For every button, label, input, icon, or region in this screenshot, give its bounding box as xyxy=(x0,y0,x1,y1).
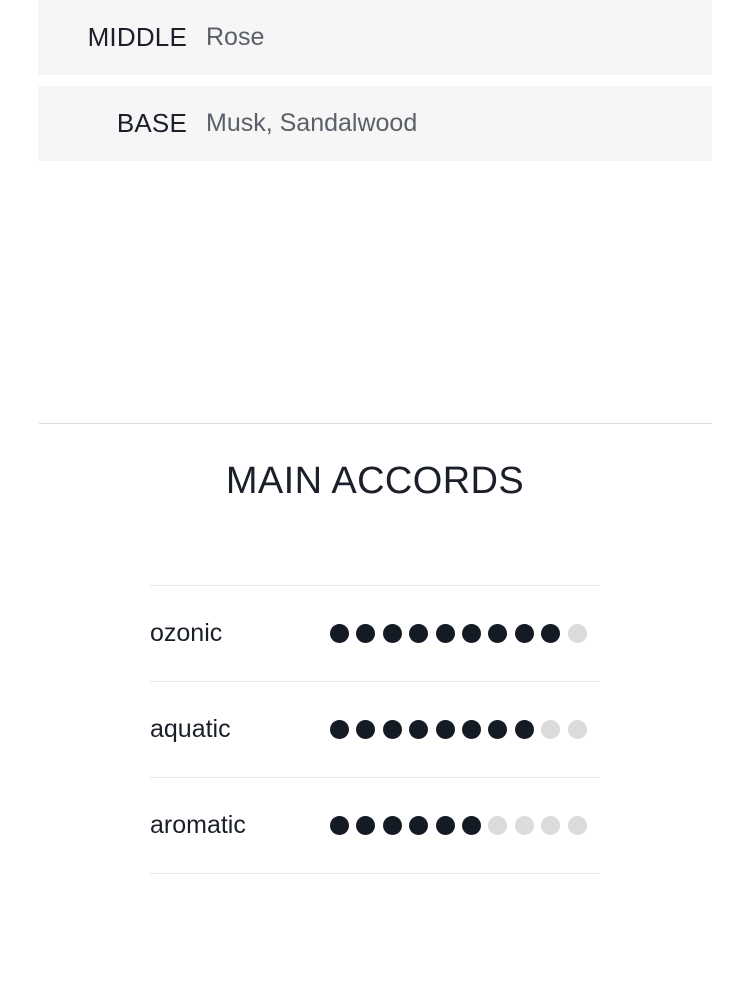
accord-row: aromatic xyxy=(150,778,600,874)
rating-dot-filled xyxy=(409,624,429,643)
rating-dot-filled xyxy=(461,624,481,643)
main-accords-table: ozonic aquatic aromatic xyxy=(150,585,600,874)
rating-dot-empty xyxy=(514,816,534,835)
accord-row: aquatic xyxy=(150,682,600,778)
accord-name: aromatic xyxy=(150,811,246,839)
main-accords-heading: MAIN ACCORDS xyxy=(225,460,525,502)
accord-rating xyxy=(330,624,587,643)
note-label-base: BASE xyxy=(116,108,187,138)
accord-rating xyxy=(330,816,587,835)
main-accords-section: MAIN ACCORDS ozonic aquatic aromatic xyxy=(0,462,750,874)
rating-dot-empty xyxy=(541,720,561,739)
rating-dot-filled xyxy=(356,816,376,835)
rating-dot-filled xyxy=(382,816,402,835)
accord-name: aquatic xyxy=(150,715,231,743)
accord-name: ozonic xyxy=(150,619,223,647)
fragrance-notes-section: MIDDLE Rose BASE Musk, Sandalwood xyxy=(38,0,712,161)
rating-dot-empty xyxy=(567,816,587,835)
rating-dot-filled xyxy=(382,624,402,643)
rating-dot-filled xyxy=(382,720,402,739)
rating-dot-filled xyxy=(356,720,376,739)
rating-dot-filled xyxy=(435,720,455,739)
rating-dot-filled xyxy=(409,720,429,739)
rating-dot-filled xyxy=(514,624,534,643)
accord-rating xyxy=(330,720,587,739)
rating-dot-filled xyxy=(409,816,429,835)
rating-dot-empty xyxy=(567,624,587,643)
rating-dot-empty xyxy=(541,816,561,835)
section-divider xyxy=(39,423,712,424)
note-label-middle: MIDDLE xyxy=(87,22,187,52)
rating-dot-filled xyxy=(514,720,534,739)
note-row-base: BASE Musk, Sandalwood xyxy=(38,86,712,161)
rating-dot-filled xyxy=(488,720,508,739)
rating-dot-empty xyxy=(488,816,508,835)
note-value-base: Musk, Sandalwood xyxy=(206,109,418,137)
note-row-middle: MIDDLE Rose xyxy=(38,0,712,75)
rating-dot-filled xyxy=(461,720,481,739)
rating-dot-empty xyxy=(567,720,587,739)
note-value-middle: Rose xyxy=(206,23,265,51)
rating-dot-filled xyxy=(461,816,481,835)
rating-dot-filled xyxy=(435,816,455,835)
accord-row: ozonic xyxy=(150,586,600,682)
rating-dot-filled xyxy=(541,624,561,643)
rating-dot-filled xyxy=(330,720,349,739)
rating-dot-filled xyxy=(435,624,455,643)
rating-dot-filled xyxy=(330,624,349,643)
rating-dot-filled xyxy=(356,624,376,643)
rating-dot-filled xyxy=(488,624,508,643)
rating-dot-filled xyxy=(330,816,349,835)
